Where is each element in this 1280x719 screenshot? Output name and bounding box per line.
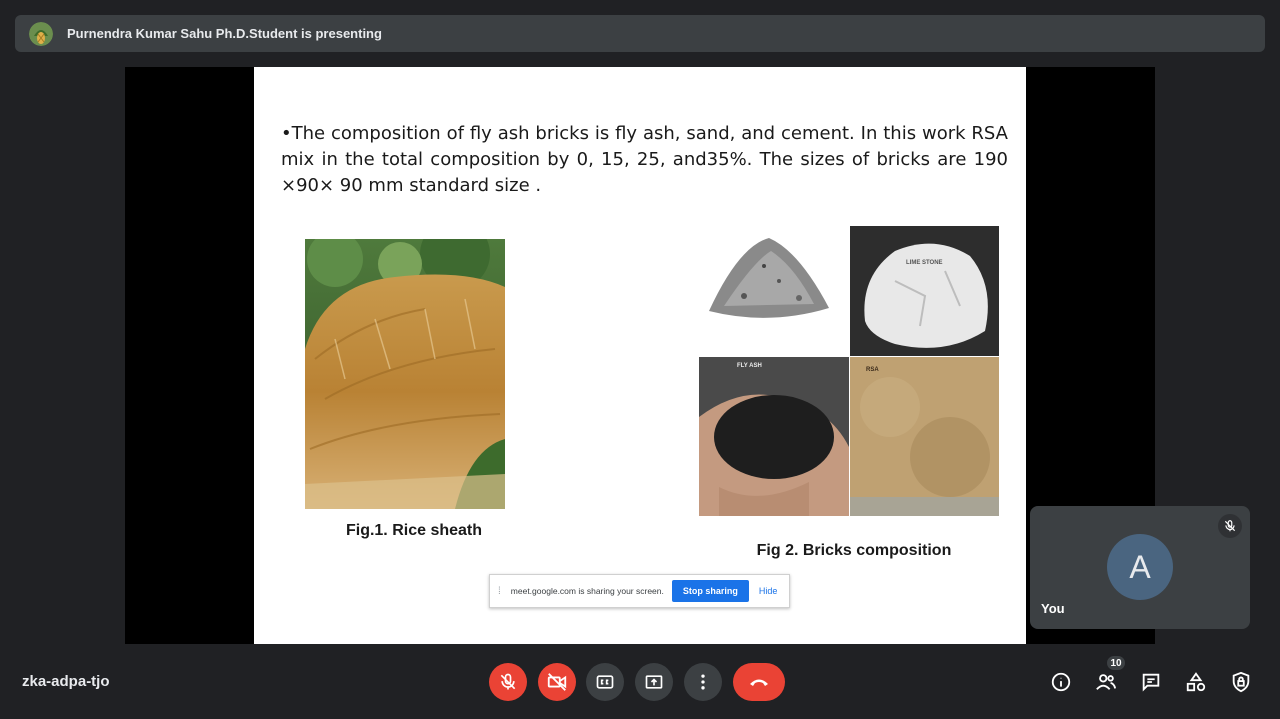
mic-off-icon [500, 673, 516, 690]
shapes-icon [1186, 672, 1206, 692]
present-screen-icon [645, 675, 663, 689]
camera-toggle-button[interactable] [538, 663, 576, 701]
mic-off-icon [1218, 514, 1242, 538]
flyash-label: FLY ASH [737, 363, 762, 369]
limestone-image: LIME STONE [850, 226, 999, 356]
shield-lock-icon [1232, 671, 1250, 693]
self-label: You [1041, 601, 1065, 616]
shared-slide: •The composition of fly ash bricks is fl… [254, 67, 1026, 644]
info-icon [1051, 672, 1071, 692]
closed-captions-icon [596, 675, 614, 689]
hide-button[interactable]: Hide [759, 586, 778, 596]
rsa-label: RSA [866, 367, 879, 373]
more-vert-icon [701, 674, 705, 690]
activities-button[interactable] [1183, 669, 1209, 695]
people-icon [1096, 674, 1117, 690]
drag-handle-icon[interactable]: ⁞ [498, 586, 501, 597]
microphone-toggle-button[interactable] [489, 663, 527, 701]
chat-button[interactable] [1138, 669, 1164, 695]
meeting-details-button[interactable] [1048, 669, 1074, 695]
slide-body-text: •The composition of fly ash bricks is fl… [281, 123, 1008, 196]
people-button[interactable] [1093, 669, 1119, 695]
bricks-composition-image: LIME STONE FLY ASH RSA [699, 226, 999, 516]
presenter-avatar [29, 21, 53, 46]
fig2-caption: Fig 2. Bricks composition [756, 542, 952, 559]
fig1-caption: Fig.1. Rice sheath [345, 522, 483, 539]
leave-call-button[interactable] [733, 663, 785, 701]
limestone-label: LIME STONE [906, 260, 943, 266]
more-options-button[interactable] [684, 663, 722, 701]
rice-sheath-image [305, 239, 505, 509]
self-video-tile[interactable]: A You [1030, 506, 1250, 629]
cement-powder-image [699, 226, 849, 356]
screen-share-notification: ⁞ meet.google.com is sharing your screen… [489, 574, 790, 608]
present-now-button[interactable] [635, 663, 673, 701]
share-message: meet.google.com is sharing your screen. [510, 586, 664, 596]
camera-off-icon [547, 673, 567, 691]
self-avatar: A [1107, 534, 1173, 600]
host-controls-button[interactable] [1228, 669, 1254, 695]
meeting-code: zka-adpa-tjo [22, 673, 110, 690]
presentation-stage: •The composition of fly ash bricks is fl… [125, 67, 1155, 644]
participant-count-badge: 10 [1106, 655, 1126, 671]
stop-sharing-button[interactable]: Stop sharing [671, 580, 749, 602]
chat-icon [1142, 673, 1160, 692]
call-end-icon [750, 679, 768, 686]
captions-button[interactable] [586, 663, 624, 701]
presenter-name: Purnendra Kumar Sahu Ph.D.Student is pre… [67, 26, 382, 41]
rsa-image: RSA [850, 357, 999, 516]
presenting-banner: Purnendra Kumar Sahu Ph.D.Student is pre… [15, 15, 1265, 52]
fly-ash-image: FLY ASH [699, 357, 849, 516]
